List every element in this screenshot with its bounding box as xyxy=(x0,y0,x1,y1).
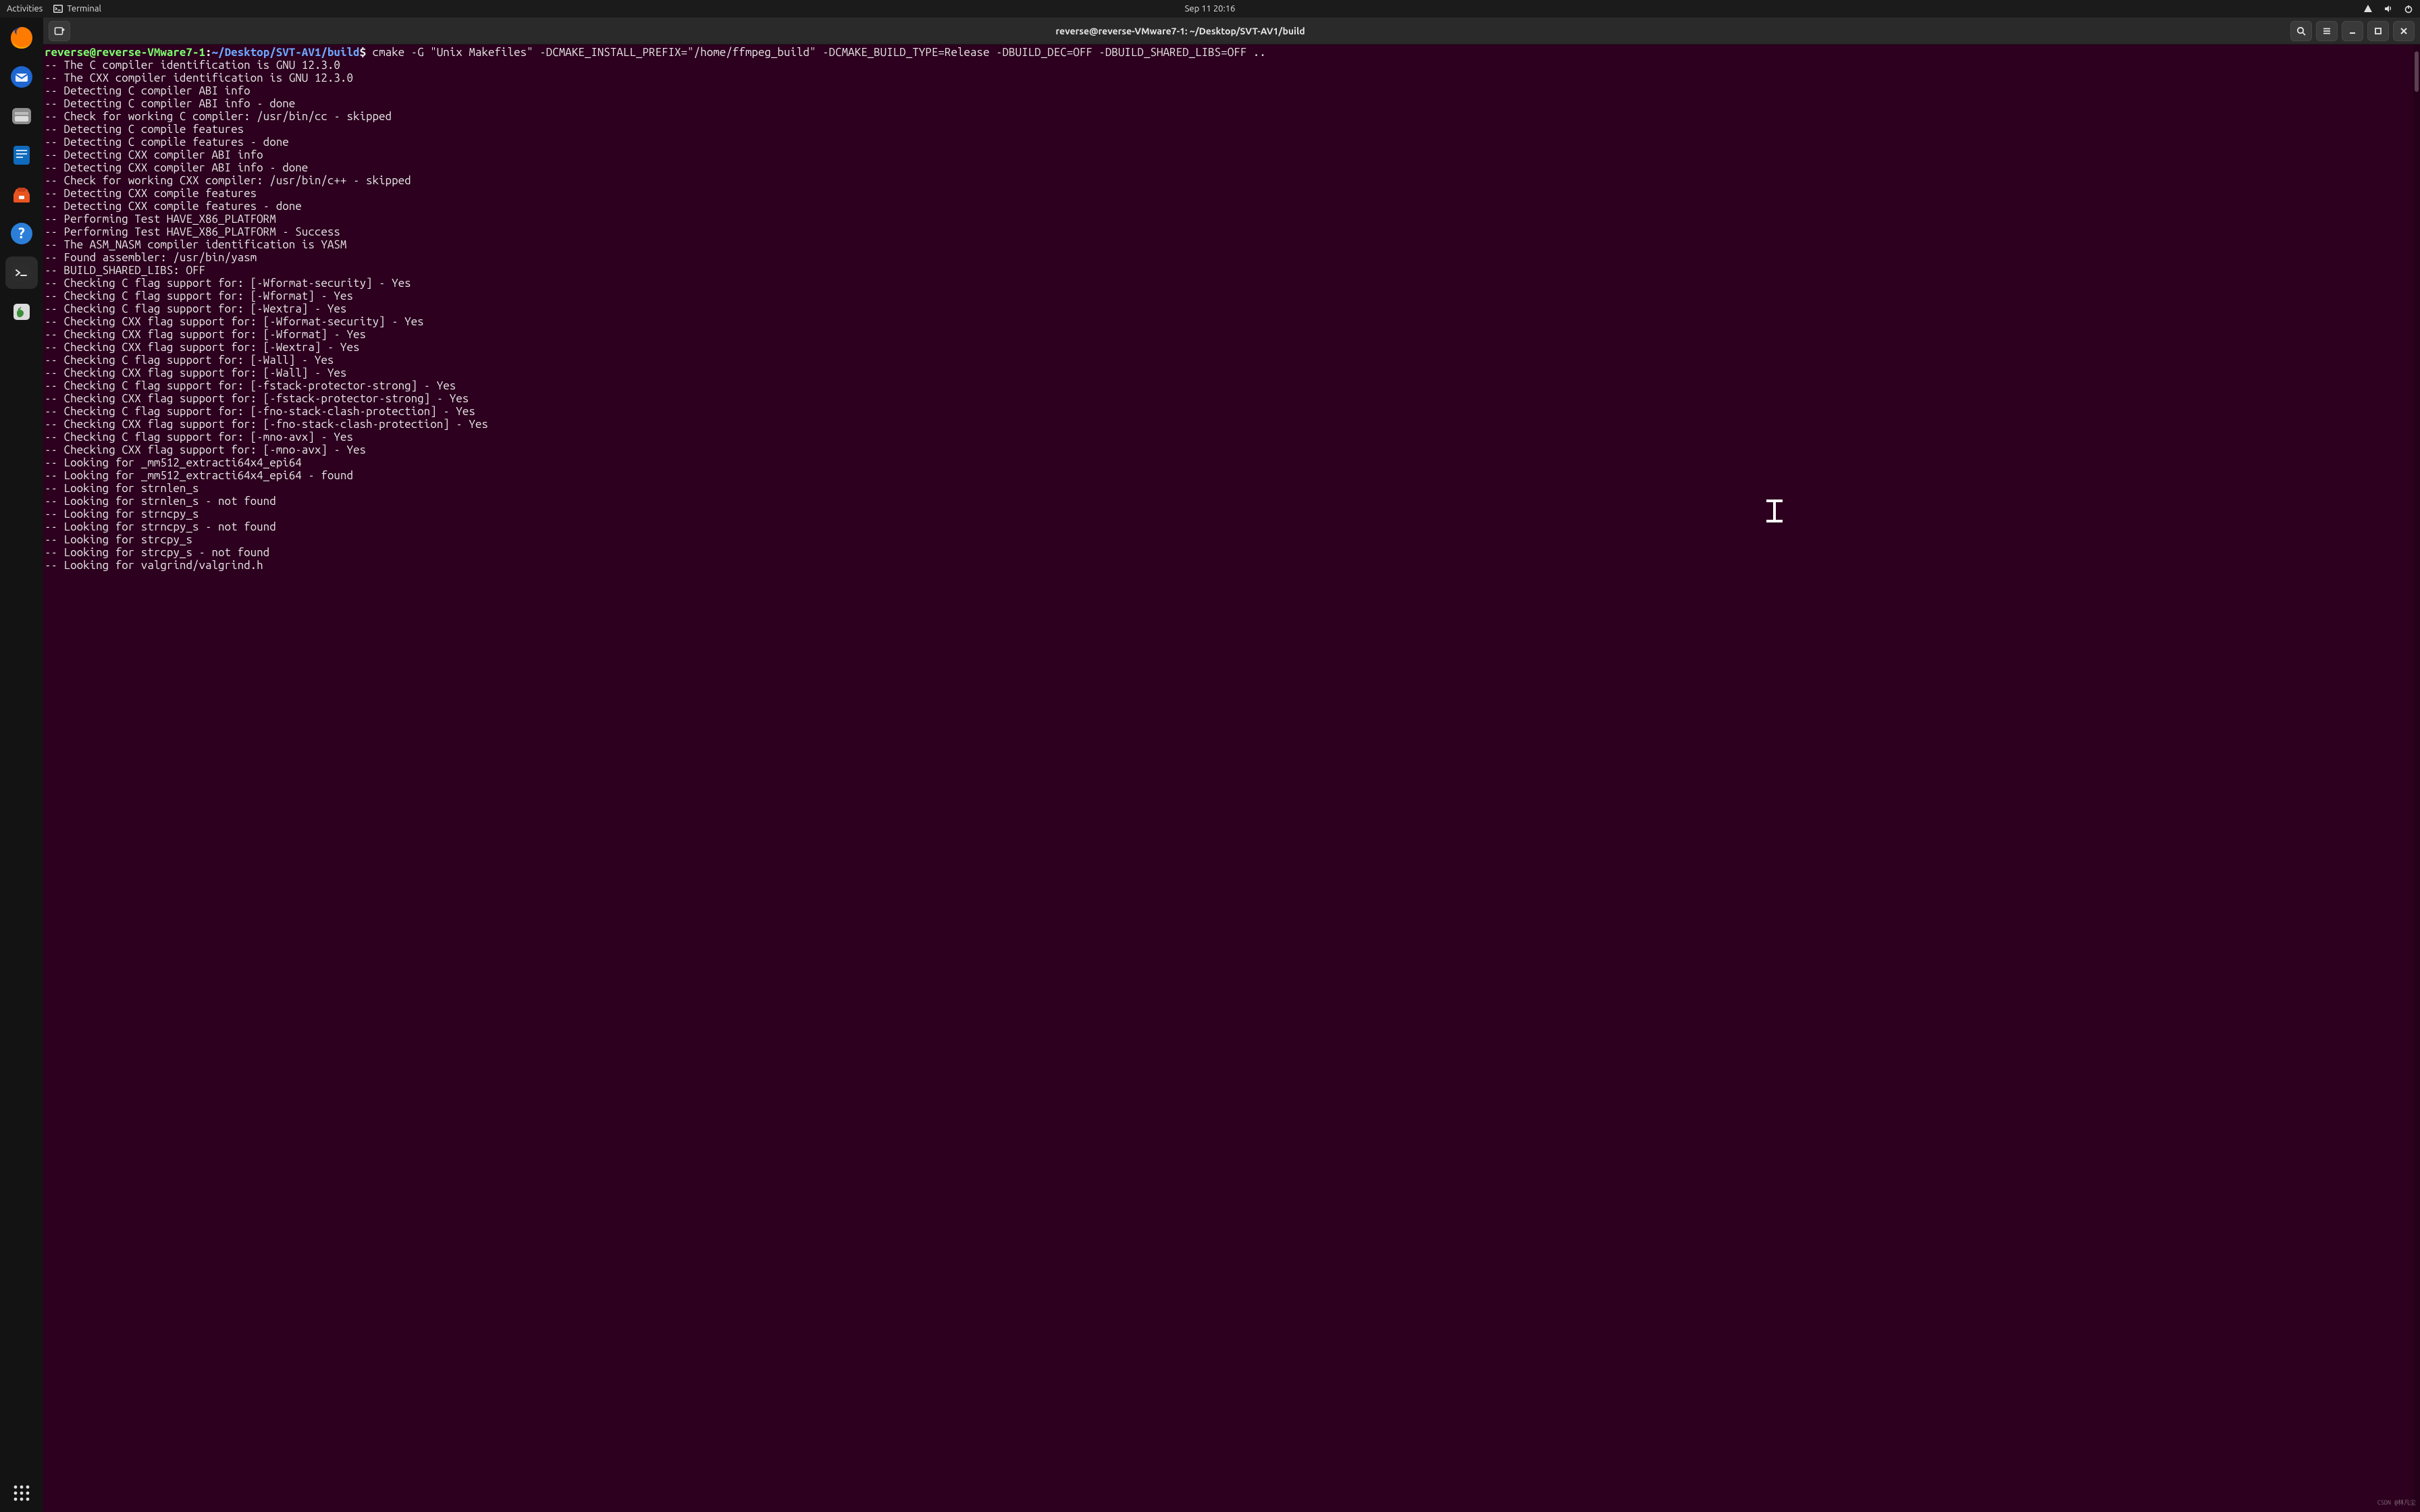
output-line: -- Checking C flag support for: [-mno-av… xyxy=(45,431,353,443)
output-line: -- Checking CXX flag support for: [-Wall… xyxy=(45,367,346,379)
output-line: -- The CXX compiler identification is GN… xyxy=(45,72,353,84)
output-line: -- Checking C flag support for: [-Wall] … xyxy=(45,354,334,367)
dock-app-software[interactable] xyxy=(5,178,38,211)
activities-button[interactable]: Activities xyxy=(7,4,43,14)
output-line: -- Looking for valgrind/valgrind.h xyxy=(45,559,263,572)
output-line: -- Looking for strnlen_s - not found xyxy=(45,495,276,508)
output-line: -- Found assembler: /usr/bin/yasm xyxy=(45,251,257,264)
workarea: ? xyxy=(0,18,2420,1512)
top-panel: Activities Terminal Sep 11 20:16 xyxy=(0,0,2420,18)
output-line: -- Detecting C compiler ABI info xyxy=(45,84,251,97)
output-line: -- Checking CXX flag support for: [-fno-… xyxy=(45,418,488,431)
output-line: -- Detecting CXX compile features - done xyxy=(45,200,302,213)
prompt-user-host: reverse@reverse-VMware7-1 xyxy=(45,46,205,59)
dock-app-help[interactable]: ? xyxy=(5,217,38,250)
new-tab-button[interactable] xyxy=(49,21,70,41)
output-line: -- Detecting C compile features xyxy=(45,123,244,136)
window-title: reverse@reverse-VMware7-1: ~/Desktop/SVT… xyxy=(76,26,2285,36)
svg-text:?: ? xyxy=(18,225,25,242)
output-line: -- Checking C flag support for: [-fstack… xyxy=(45,379,456,392)
output-line: -- Looking for strcpy_s xyxy=(45,533,192,546)
maximize-button[interactable] xyxy=(2367,21,2389,41)
dock-app-thunderbird[interactable] xyxy=(5,61,38,93)
output-line: -- Detecting C compiler ABI info - done xyxy=(45,97,295,110)
panel-app-indicator[interactable]: Terminal xyxy=(53,4,101,14)
prompt-colon: : xyxy=(205,46,212,59)
output-line: -- Detecting C compile features - done xyxy=(45,136,289,148)
panel-app-name: Terminal xyxy=(67,4,101,14)
dock-app-writer[interactable] xyxy=(5,139,38,171)
dock-app-trash[interactable] xyxy=(5,296,38,328)
output-line: -- Checking CXX flag support for: [-Wfor… xyxy=(45,315,424,328)
text-cursor-icon xyxy=(1766,500,1783,522)
output-line: -- Detecting CXX compile features xyxy=(45,187,257,200)
prompt-path: ~/Desktop/SVT-AV1/build xyxy=(212,46,360,59)
command-text: cmake -G "Unix Makefiles" -DCMAKE_INSTAL… xyxy=(373,46,1266,59)
show-applications-button[interactable] xyxy=(7,1478,36,1508)
output-line: -- Looking for strcpy_s - not found xyxy=(45,546,269,559)
volume-icon[interactable] xyxy=(2384,4,2393,14)
minimize-button[interactable] xyxy=(2342,21,2363,41)
output-line: -- Check for working C compiler: /usr/bi… xyxy=(45,110,392,123)
panel-datetime[interactable]: Sep 11 20:16 xyxy=(1185,4,1236,14)
close-button[interactable] xyxy=(2393,21,2415,41)
output-line: -- Looking for strncpy_s - not found xyxy=(45,520,276,533)
headerbar: reverse@reverse-VMware7-1: ~/Desktop/SVT… xyxy=(43,18,2420,45)
output-line: -- Performing Test HAVE_X86_PLATFORM xyxy=(45,213,276,225)
output-line: -- Checking C flag support for: [-Wforma… xyxy=(45,290,353,302)
output-line: -- BUILD_SHARED_LIBS: OFF xyxy=(45,264,205,277)
output-line: -- Detecting CXX compiler ABI info xyxy=(45,148,263,161)
output-line: -- Checking C flag support for: [-Wforma… xyxy=(45,277,411,290)
output-line: -- Checking CXX flag support for: [-Wext… xyxy=(45,341,359,354)
output-line: -- The C compiler identification is GNU … xyxy=(45,59,340,72)
watermark: CSDN @林凡尘 xyxy=(2377,1496,2416,1509)
output-line: -- Checking CXX flag support for: [-fsta… xyxy=(45,392,469,405)
dock-app-terminal[interactable] xyxy=(5,256,38,289)
output-line: -- Looking for strnlen_s xyxy=(45,482,199,495)
output-line: -- Looking for _mm512_extracti64x4_epi64… xyxy=(45,469,353,482)
output-line: -- Performing Test HAVE_X86_PLATFORM - S… xyxy=(45,225,340,238)
output-line: -- Checking C flag support for: [-fno-st… xyxy=(45,405,475,418)
output-line: -- The ASM_NASM compiler identification … xyxy=(45,238,346,251)
terminal-small-icon xyxy=(53,5,63,13)
terminal-viewport[interactable]: reverse@reverse-VMware7-1:~/Desktop/SVT-… xyxy=(43,45,2420,1512)
scrollbar-thumb[interactable] xyxy=(2415,51,2419,92)
scrollbar[interactable] xyxy=(2413,45,2420,1512)
terminal-window: reverse@reverse-VMware7-1: ~/Desktop/SVT… xyxy=(43,18,2420,1512)
dock-app-firefox[interactable] xyxy=(5,22,38,54)
output-line: -- Check for working CXX compiler: /usr/… xyxy=(45,174,411,187)
power-icon[interactable] xyxy=(2404,4,2413,14)
output-line: -- Checking CXX flag support for: [-Wfor… xyxy=(45,328,366,341)
output-line: -- Looking for _mm512_extracti64x4_epi64 xyxy=(45,456,302,469)
search-button[interactable] xyxy=(2290,21,2312,41)
dock: ? xyxy=(0,18,43,1512)
prompt-dollar: $ xyxy=(360,46,373,59)
dock-app-files[interactable] xyxy=(5,100,38,132)
output-line: -- Checking C flag support for: [-Wextra… xyxy=(45,302,346,315)
output-line: -- Looking for strncpy_s xyxy=(45,508,199,520)
output-line: -- Detecting CXX compiler ABI info - don… xyxy=(45,161,308,174)
output-line: -- Checking CXX flag support for: [-mno-… xyxy=(45,443,366,456)
network-icon[interactable] xyxy=(2363,4,2373,14)
hamburger-menu-button[interactable] xyxy=(2316,21,2338,41)
